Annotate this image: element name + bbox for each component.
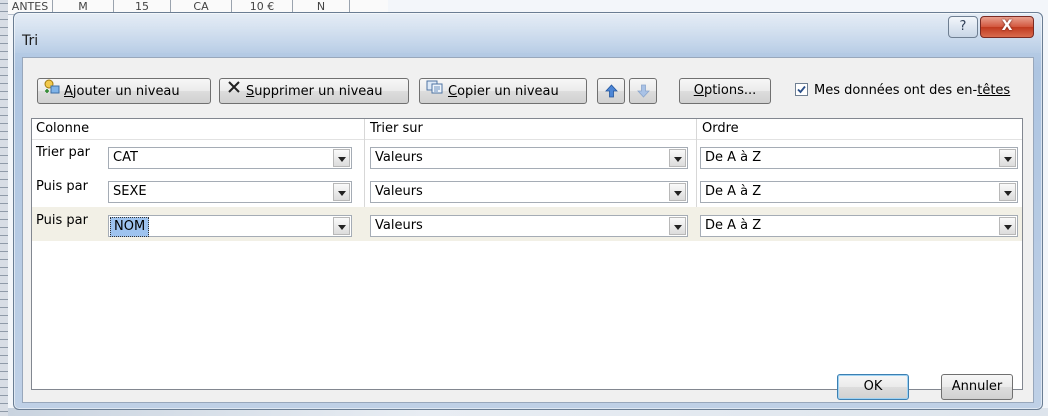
sort-level-row-selected[interactable]: Puis par NOM Valeurs De A à Z: [32, 207, 1022, 241]
column-select[interactable]: SEXE: [108, 181, 352, 203]
sort-level-row[interactable]: Trier par CAT Valeurs De A à Z: [32, 139, 1022, 173]
sort-on-select[interactable]: Valeurs: [370, 181, 688, 203]
close-icon: X: [1001, 18, 1013, 34]
order-select-value: De A à Z: [705, 218, 762, 233]
sort-on-select-value: Valeurs: [375, 150, 423, 165]
column-select-value: NOM: [110, 217, 150, 237]
sort-on-select-value: Valeurs: [375, 218, 423, 233]
options-button[interactable]: Options...: [679, 78, 771, 104]
column-header-ordre: Ordre: [702, 121, 739, 136]
row-headers-strip: [0, 0, 8, 416]
order-select[interactable]: De A à Z: [700, 147, 1018, 169]
cancel-button[interactable]: Annuler: [941, 374, 1013, 400]
arrow-up-icon: [604, 83, 619, 108]
help-button[interactable]: ?: [948, 16, 978, 38]
sort-on-select[interactable]: Valeurs: [370, 147, 688, 169]
chevron-down-icon[interactable]: [999, 149, 1016, 167]
add-level-button[interactable]: Ajouter un niveau: [37, 78, 211, 104]
chevron-down-icon[interactable]: [333, 217, 350, 235]
delete-x-icon: [226, 79, 242, 104]
sort-dialog: Tri ? X Ajouter un niveau Supprimer un n…: [13, 12, 1043, 410]
delete-level-button[interactable]: Supprimer un niveau: [219, 78, 409, 104]
sort-toolbar: Ajouter un niveau Supprimer un niveau Co: [23, 58, 1033, 118]
column-header-colonne: Colonne: [36, 121, 90, 136]
dialog-body: Ajouter un niveau Supprimer un niveau Co: [22, 57, 1034, 403]
row-label: Puis par: [36, 213, 88, 228]
help-icon: ?: [959, 19, 967, 34]
column-select[interactable]: CAT: [108, 147, 352, 169]
chevron-down-icon[interactable]: [333, 183, 350, 201]
add-level-icon: [44, 79, 60, 104]
order-select[interactable]: De A à Z: [700, 215, 1018, 237]
column-select[interactable]: NOM: [108, 215, 352, 237]
move-up-button[interactable]: [597, 78, 625, 104]
order-select[interactable]: De A à Z: [700, 181, 1018, 203]
row-label: Trier par: [36, 145, 91, 160]
add-level-label: jouter un niveau: [72, 84, 180, 99]
copy-icon: [426, 79, 444, 104]
sort-on-select[interactable]: Valeurs: [370, 215, 688, 237]
column-select-value: SEXE: [113, 184, 147, 199]
headers-checkbox-row[interactable]: Mes données ont des en-têtes: [795, 83, 1010, 98]
add-level-mnemonic: A: [64, 84, 73, 99]
order-select-value: De A à Z: [705, 150, 762, 165]
chevron-down-icon[interactable]: [669, 217, 686, 235]
copy-level-label: opier un niveau: [457, 84, 559, 99]
column-select-value: CAT: [113, 150, 138, 165]
delete-level-label: upprimer un niveau: [254, 84, 383, 99]
column-header-trier-sur: Trier sur: [370, 121, 423, 136]
sort-on-select-value: Valeurs: [375, 184, 423, 199]
checkmark-icon: [797, 85, 806, 94]
row-label: Puis par: [36, 179, 88, 194]
headers-checkbox-label: Mes données ont des en-: [814, 83, 978, 98]
chevron-down-icon[interactable]: [999, 217, 1016, 235]
arrow-down-icon: [636, 83, 651, 108]
copy-level-mnemonic: C: [448, 84, 458, 99]
close-button[interactable]: X: [980, 16, 1034, 38]
chevron-down-icon[interactable]: [669, 183, 686, 201]
move-down-button[interactable]: [629, 78, 657, 104]
headers-checkbox[interactable]: [795, 83, 808, 96]
chevron-down-icon[interactable]: [999, 183, 1016, 201]
headers-checkbox-label-mnemonic: têtes: [977, 83, 1011, 98]
dialog-title: Tri: [22, 33, 39, 49]
chevron-down-icon[interactable]: [333, 149, 350, 167]
options-label: ptions...: [703, 83, 757, 98]
sort-levels-grid: Colonne Trier sur Ordre Trier par CAT Va…: [31, 118, 1023, 390]
ok-button[interactable]: OK: [837, 374, 909, 400]
chevron-down-icon[interactable]: [669, 149, 686, 167]
sort-level-row[interactable]: Puis par SEXE Valeurs De A à Z: [32, 173, 1022, 207]
order-select-value: De A à Z: [705, 184, 762, 199]
grid-header: Colonne Trier sur Ordre: [32, 119, 1022, 140]
copy-level-button[interactable]: Copier un niveau: [419, 78, 587, 104]
title-bar[interactable]: Tri ? X: [14, 13, 1042, 53]
options-mnemonic: O: [693, 83, 704, 98]
